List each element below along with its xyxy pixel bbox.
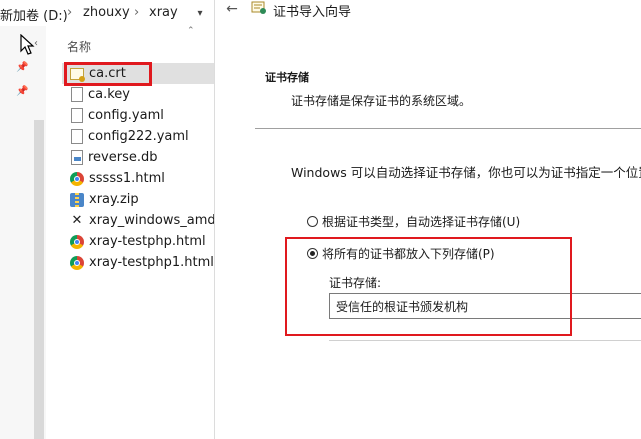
file-row-config222-yaml[interactable]: config222.yaml <box>62 126 214 147</box>
file-name: xray.zip <box>89 192 139 207</box>
file-row-xray-windows-amd64[interactable]: ✕ xray_windows_amd64. <box>62 210 214 231</box>
back-arrow-icon[interactable]: ← <box>223 0 241 18</box>
chrome-icon <box>70 255 84 270</box>
executable-icon: ✕ <box>71 212 83 228</box>
wizard-title: 证书导入向导 <box>273 5 352 20</box>
file-name: xray_windows_amd64. <box>89 213 214 228</box>
option-auto-select[interactable]: 根据证书类型，自动选择证书存储(U) <box>307 213 520 230</box>
database-file-icon <box>71 150 83 165</box>
address-bar[interactable]: 新加卷 (D:) › zhouxy › xray ▾ <box>0 0 214 26</box>
highlight-box-store-option <box>285 237 572 336</box>
file-list: ca.crt ca.key config.yaml config222.yaml… <box>62 63 214 273</box>
section-title: 证书存储 <box>265 71 309 84</box>
document-icon <box>71 87 83 102</box>
intro-text: Windows 可以自动选择证书存储，你也可以为证书指定一个位置。 <box>291 165 641 180</box>
breadcrumb-folder-xray[interactable]: xray <box>149 5 178 20</box>
section-description: 证书存储是保存证书的系统区域。 <box>291 94 472 108</box>
file-name: ca.key <box>88 87 131 102</box>
file-name: xray-testphp1.html <box>89 255 214 270</box>
file-row-xray-testphp-html[interactable]: xray-testphp.html <box>62 231 214 252</box>
file-row-config-yaml[interactable]: config.yaml <box>62 105 214 126</box>
document-icon <box>71 129 83 144</box>
file-name: config.yaml <box>88 108 164 123</box>
collapse-chevron-icon[interactable]: ‹ <box>34 38 38 49</box>
chrome-icon <box>70 234 84 249</box>
file-row-xray-testphp1-html[interactable]: xray-testphp1.html <box>62 252 214 273</box>
breadcrumb-separator: › <box>134 5 140 20</box>
file-row-sssss1-html[interactable]: sssss1.html <box>62 168 214 189</box>
file-name: config222.yaml <box>88 129 189 144</box>
field-underline <box>329 340 641 341</box>
breadcrumb-folder-zhouxy[interactable]: zhouxy <box>83 5 130 20</box>
zip-icon <box>70 192 84 207</box>
option-auto-label: 根据证书类型，自动选择证书存储(U) <box>322 215 521 229</box>
certificate-import-wizard: ← 证书导入向导 证书存储 证书存储是保存证书的系统区域。 Windows 可以… <box>215 0 641 439</box>
header-divider <box>255 128 641 129</box>
document-icon <box>71 108 83 123</box>
pin-icon[interactable]: 📌 <box>16 62 28 74</box>
file-name: sssss1.html <box>89 171 165 186</box>
file-name: xray-testphp.html <box>89 234 206 249</box>
address-dropdown-icon[interactable]: ▾ <box>189 2 211 24</box>
chrome-icon <box>70 171 84 186</box>
file-row-ca-key[interactable]: ca.key <box>62 84 214 105</box>
breadcrumb-drive[interactable]: 新加卷 (D:) <box>0 5 68 24</box>
breadcrumb-separator: › <box>67 5 73 20</box>
column-header-name[interactable]: 名称 <box>67 38 91 55</box>
file-row-xray-zip[interactable]: xray.zip <box>62 189 214 210</box>
file-name: reverse.db <box>88 150 158 165</box>
pin-icon[interactable]: 📌 <box>16 86 28 98</box>
sort-chevron-icon[interactable]: ⌃ <box>187 26 195 36</box>
radio-auto[interactable] <box>307 216 318 227</box>
file-row-reverse-db[interactable]: reverse.db <box>62 147 214 168</box>
file-explorer: 新加卷 (D:) › zhouxy › xray ▾ 📌 📌 ‹ ⌃ 名称 ca… <box>0 0 214 439</box>
certificate-wizard-icon <box>251 1 266 14</box>
navigation-scrollbar[interactable] <box>34 120 44 439</box>
highlight-box-ca-crt <box>64 62 152 86</box>
